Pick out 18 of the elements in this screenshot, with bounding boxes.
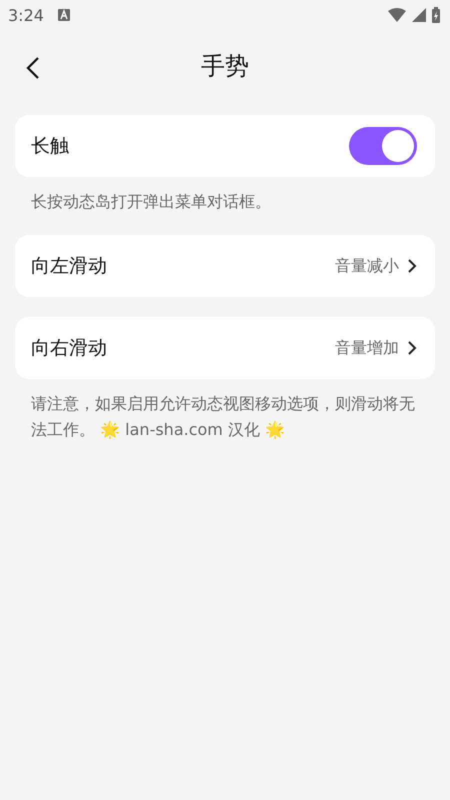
chevron-right-icon: [407, 340, 417, 356]
setting-label: 长触: [31, 134, 70, 159]
caption-text: 长按动态岛打开弹出菜单对话框。: [31, 191, 272, 213]
setting-value: 音量减小: [335, 256, 399, 276]
battery-icon: [432, 7, 440, 23]
toggle-switch[interactable]: [349, 127, 417, 165]
setting-row[interactable]: 向右滑动 音量增加: [15, 317, 435, 379]
caption-text: 请注意，如果启用允许动态视图移动选项，则滑动将无法工作。 🌟 lan-sha.com 汉化 🌟: [31, 393, 416, 441]
page-title: 手势: [201, 51, 249, 82]
setting-label: 向右滑动: [31, 336, 108, 361]
setting-row[interactable]: 向左滑动 音量减小: [15, 235, 435, 297]
chevron-right-icon: [407, 258, 417, 274]
signal-icon: [412, 8, 426, 22]
setting-value: 音量增加: [335, 338, 399, 358]
keyboard-icon: [58, 9, 70, 21]
setting-label: 向左滑动: [31, 254, 108, 279]
status-time: 3:24: [8, 6, 44, 24]
wifi-icon: [388, 8, 406, 22]
